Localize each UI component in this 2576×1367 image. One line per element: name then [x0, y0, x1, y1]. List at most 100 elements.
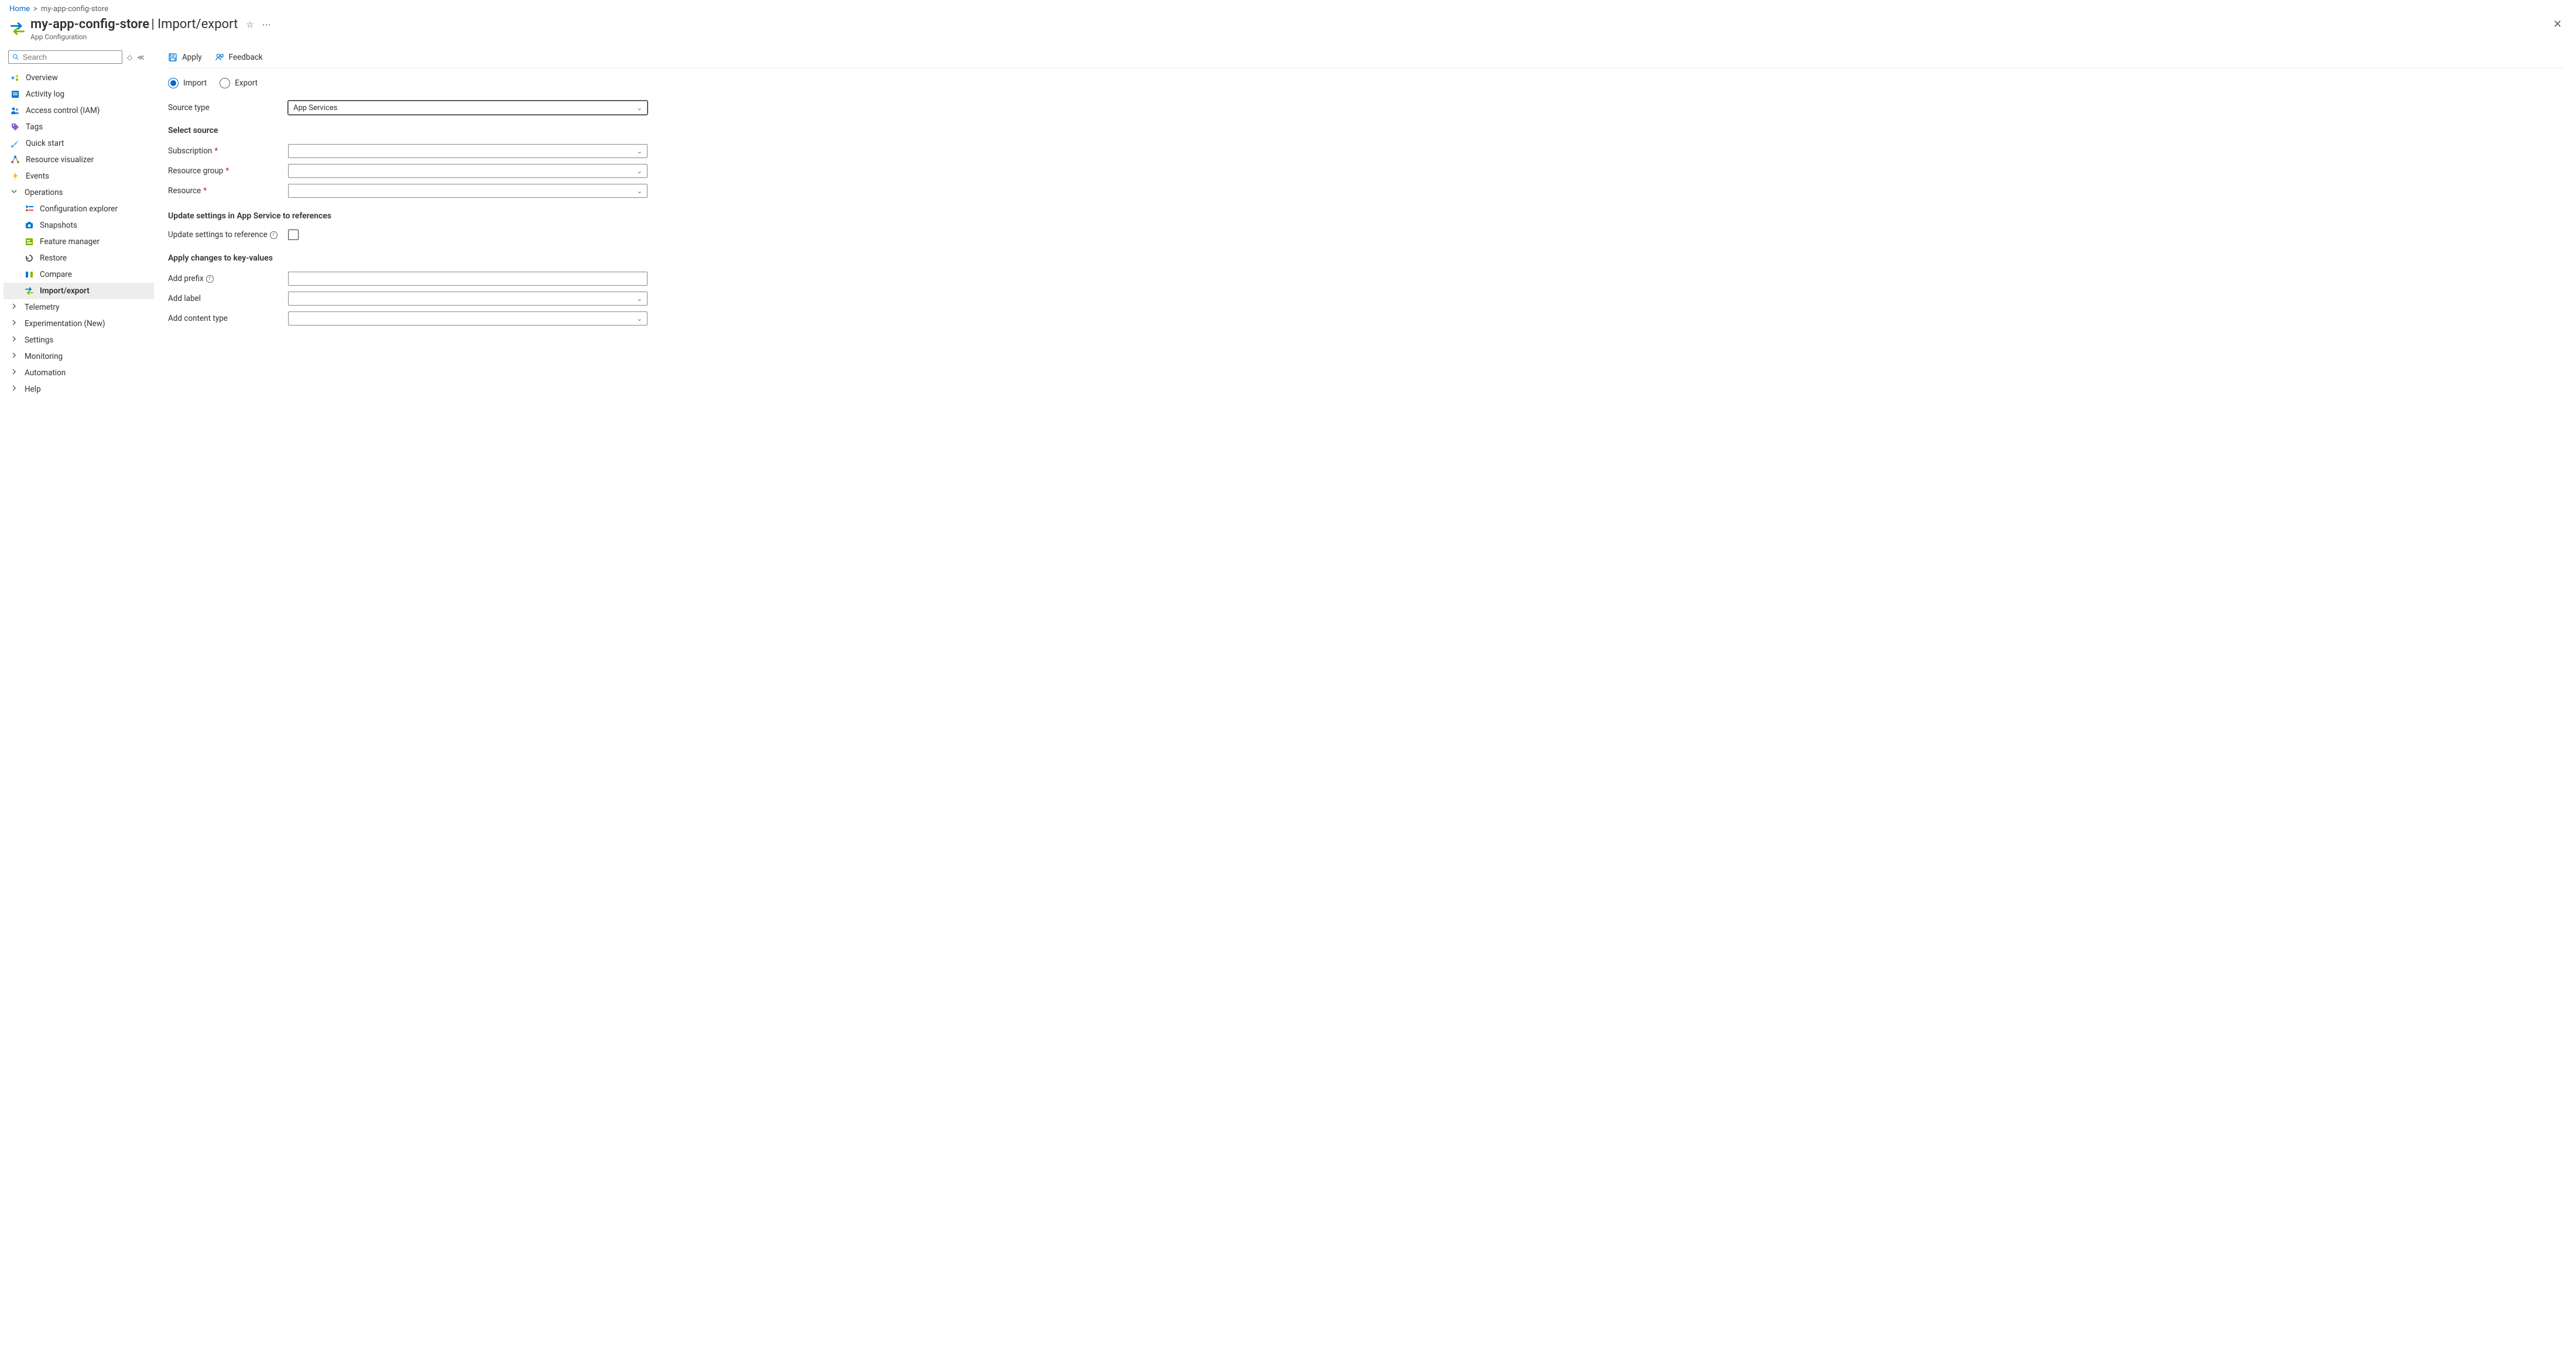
sidebar-item-label: Telemetry — [25, 303, 60, 312]
sidebar-item-import-export[interactable]: Import/export — [4, 283, 154, 299]
sidebar-search-input[interactable] — [23, 53, 118, 61]
chevron-right-icon — [11, 335, 19, 345]
chevron-down-icon: ⌄ — [637, 104, 642, 112]
feedback-label: Feedback — [229, 53, 263, 62]
compare-icon — [25, 270, 34, 279]
sidebar-group-experimentation[interactable]: Experimentation (New) — [4, 316, 154, 332]
radio-label: Export — [235, 78, 258, 88]
sidebar-item-access-control[interactable]: Access control (IAM) — [4, 102, 154, 119]
add-label-label: Add label — [168, 294, 288, 303]
feature-manager-icon — [25, 237, 34, 246]
sidebar-group-operations[interactable]: Operations — [4, 184, 154, 201]
add-label-select[interactable]: ⌄ — [288, 292, 648, 306]
chevron-right-icon — [11, 385, 19, 394]
chevron-right-icon — [11, 319, 19, 328]
add-content-type-select[interactable]: ⌄ — [288, 311, 648, 326]
configuration-explorer-icon — [25, 204, 34, 214]
sidebar-item-events[interactable]: Events — [4, 168, 154, 184]
page-title-separator: | — [151, 17, 157, 32]
sidebar-item-label: Automation — [25, 368, 66, 378]
page-title-page: Import/export — [157, 17, 238, 32]
chevron-right-icon — [11, 303, 19, 312]
radio-icon — [220, 78, 230, 88]
sidebar-item-label: Import/export — [40, 286, 90, 296]
sidebar-item-label: Operations — [25, 188, 63, 197]
sidebar-item-feature-manager[interactable]: Feature manager — [4, 234, 154, 250]
sidebar-group-automation[interactable]: Automation — [4, 365, 154, 381]
sidebar-item-compare[interactable]: Compare — [4, 266, 154, 283]
subscription-select[interactable]: ⌄ — [288, 144, 648, 158]
sidebar-item-label: Overview — [26, 73, 58, 83]
toolbar: Apply Feedback — [168, 48, 2564, 68]
info-icon[interactable]: i — [270, 231, 278, 239]
page-header: my-app-config-store | Import/export ☆ ⋯ … — [0, 16, 2576, 48]
resource-select[interactable]: ⌄ — [288, 184, 648, 198]
feedback-icon — [215, 53, 224, 62]
overview-icon — [11, 73, 20, 83]
tags-icon — [11, 122, 20, 132]
sidebar-collapse-icon[interactable]: ≪ — [137, 53, 145, 61]
sidebar-item-label: Tags — [26, 122, 43, 132]
snapshots-icon — [25, 221, 34, 230]
sidebar-group-help[interactable]: Help — [4, 381, 154, 398]
import-export-icon — [9, 20, 26, 39]
page-subtitle: App Configuration — [30, 33, 2548, 41]
sidebar-item-label: Compare — [40, 270, 72, 279]
sidebar-item-label: Settings — [25, 335, 53, 345]
sidebar-item-label: Configuration explorer — [40, 204, 118, 214]
breadcrumb-home-link[interactable]: Home — [9, 5, 30, 13]
breadcrumb-separator: > — [33, 5, 37, 13]
page-title-resource: my-app-config-store — [30, 17, 149, 32]
import-export-icon — [25, 286, 34, 296]
sidebar-item-overview[interactable]: Overview — [4, 70, 154, 86]
sidebar-expand-icon[interactable]: ◇ — [127, 53, 132, 61]
sidebar-item-label: Help — [25, 385, 41, 394]
radio-icon — [168, 78, 179, 88]
update-reference-label: Update settings to reference i — [168, 230, 288, 239]
sidebar-item-tags[interactable]: Tags — [4, 119, 154, 135]
sidebar-item-label: Activity log — [26, 90, 64, 99]
source-type-select[interactable]: App Services ⌄ — [288, 101, 648, 115]
info-icon[interactable]: i — [206, 275, 214, 283]
events-icon — [11, 172, 20, 181]
sidebar-group-settings[interactable]: Settings — [4, 332, 154, 348]
required-indicator: * — [203, 186, 207, 196]
import-export-radio-group: Import Export — [168, 76, 2564, 98]
add-prefix-input[interactable] — [288, 272, 648, 286]
breadcrumb: Home > my-app-config-store — [0, 0, 2576, 16]
sidebar-search-box[interactable] — [8, 50, 122, 64]
chevron-right-icon — [11, 352, 19, 361]
quick-start-icon — [11, 139, 20, 148]
sidebar-item-quick-start[interactable]: Quick start — [4, 135, 154, 152]
sidebar-item-resource-visualizer[interactable]: Resource visualizer — [4, 152, 154, 168]
sidebar-item-activity-log[interactable]: Activity log — [4, 86, 154, 102]
chevron-right-icon — [11, 368, 19, 378]
sidebar-item-label: Experimentation (New) — [25, 319, 105, 328]
apply-button[interactable]: Apply — [168, 53, 202, 62]
radio-import[interactable]: Import — [168, 78, 207, 88]
breadcrumb-current[interactable]: my-app-config-store — [41, 5, 108, 13]
section-select-source: Select source — [168, 118, 2564, 141]
sidebar-item-label: Resource visualizer — [26, 155, 94, 165]
sidebar-item-snapshots[interactable]: Snapshots — [4, 217, 154, 234]
resource-label: Resource * — [168, 186, 288, 196]
subscription-label: Subscription * — [168, 146, 288, 156]
required-indicator: * — [225, 166, 229, 176]
sidebar-item-configuration-explorer[interactable]: Configuration explorer — [4, 201, 154, 217]
radio-export[interactable]: Export — [220, 78, 258, 88]
close-button[interactable]: ✕ — [2548, 17, 2567, 32]
radio-label: Import — [183, 78, 207, 88]
sidebar-item-restore[interactable]: Restore — [4, 250, 154, 266]
sidebar-item-label: Feature manager — [40, 237, 100, 246]
sidebar-group-monitoring[interactable]: Monitoring — [4, 348, 154, 365]
feedback-button[interactable]: Feedback — [215, 53, 263, 62]
section-update-settings: Update settings in App Service to refere… — [168, 201, 2564, 227]
more-icon[interactable]: ⋯ — [262, 19, 271, 30]
resource-group-select[interactable]: ⌄ — [288, 164, 648, 178]
chevron-down-icon: ⌄ — [637, 167, 642, 175]
sidebar-item-label: Access control (IAM) — [26, 106, 100, 115]
search-icon — [12, 53, 19, 61]
favorite-star-icon[interactable]: ☆ — [246, 19, 254, 30]
sidebar-group-telemetry[interactable]: Telemetry — [4, 299, 154, 316]
update-reference-checkbox[interactable] — [288, 229, 299, 240]
